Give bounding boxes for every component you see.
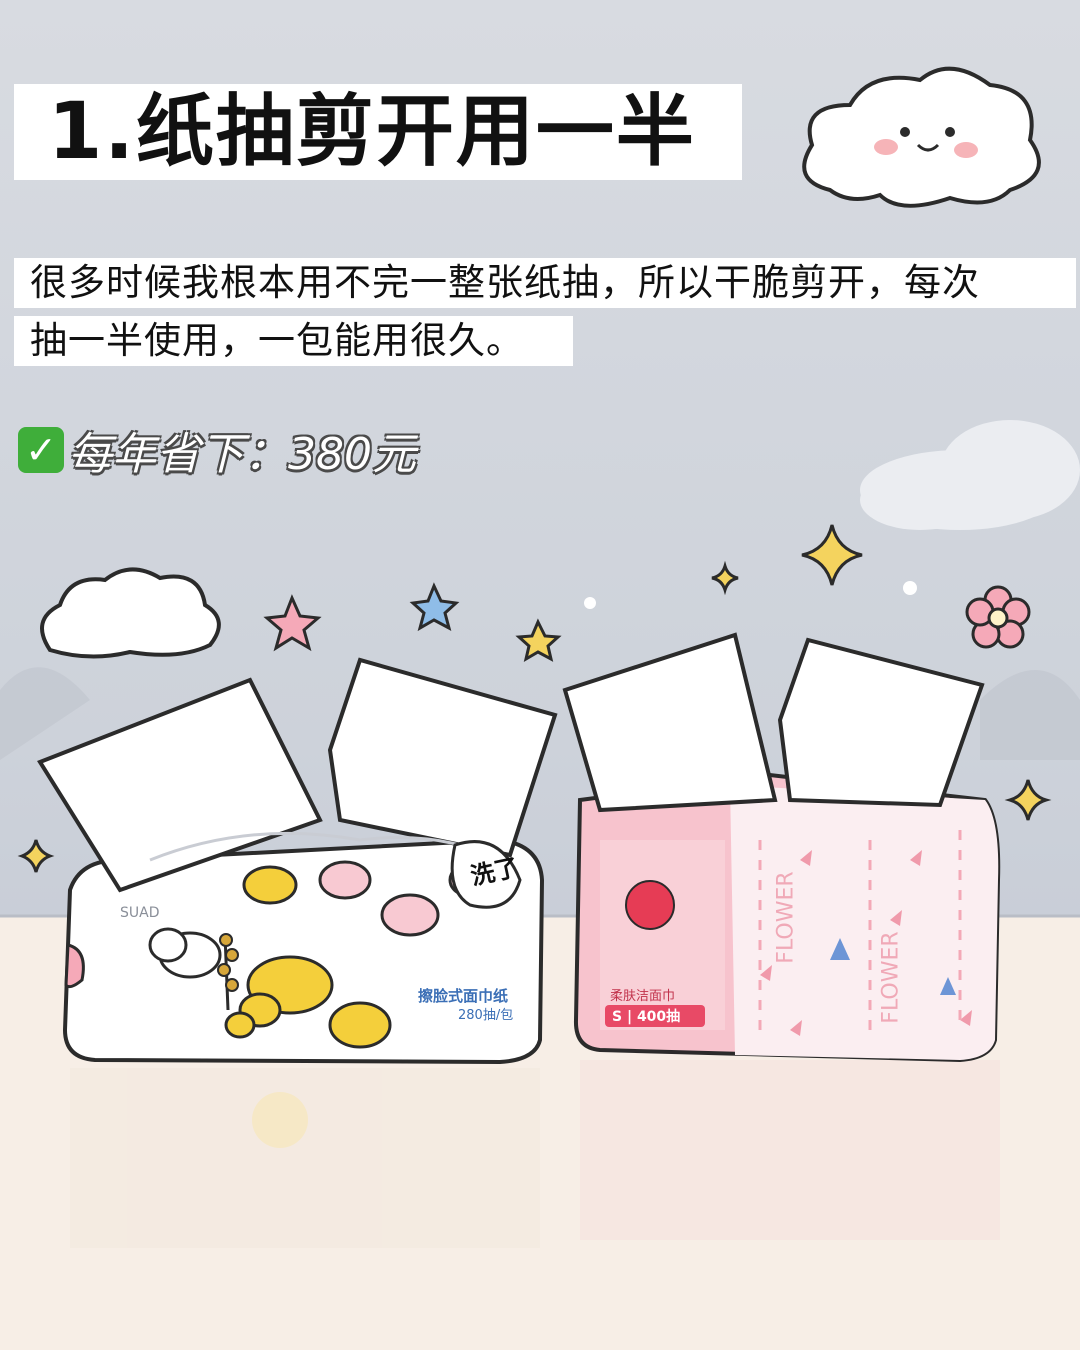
right-pack-pattern-word-2: FLOWER [878,931,904,1024]
left-pack-count: 280抽/包 [458,1008,514,1023]
right-pack-product: 柔肤洁面巾 [610,989,676,1004]
left-pack-brand: SUAD [120,905,160,921]
right-pack-pattern-word-1: FLOWER [773,871,799,964]
right-pack-count: S | 400抽 [612,1009,681,1025]
left-pack-product: 擦脸式面巾纸 [418,987,509,1005]
right-tissue-pack [562,632,1001,1240]
